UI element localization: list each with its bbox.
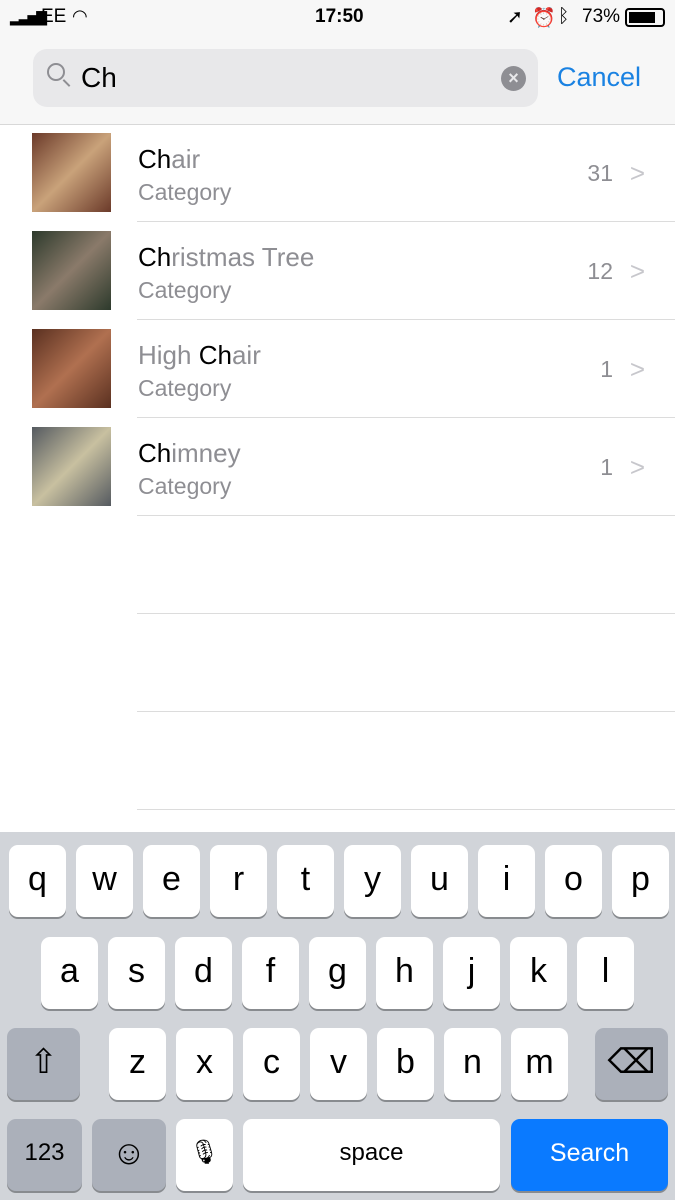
bluetooth-icon: ᛒ (558, 6, 570, 27)
key-a[interactable]: a (41, 937, 98, 1009)
status-bar: ▂▃▅▇ EE ◠ 17:50 ➚ ⏰ ᛒ 73% (0, 0, 675, 36)
key-e[interactable]: e (143, 845, 200, 917)
key-n[interactable]: n (444, 1028, 501, 1100)
divider (137, 809, 675, 810)
chevron-right-icon: > (629, 452, 645, 482)
numbers-key[interactable]: 123 (7, 1119, 82, 1191)
key-i[interactable]: i (478, 845, 535, 917)
key-q[interactable]: q (9, 845, 66, 917)
alarm-icon: ⏰ (532, 8, 556, 29)
list-item[interactable]: Chimney Category 1 > (0, 418, 675, 516)
list-item[interactable]: Chair Category 31 > (0, 124, 675, 222)
wifi-icon: ◠ (72, 6, 88, 26)
search-icon (47, 63, 65, 81)
key-j[interactable]: j (443, 937, 500, 1009)
thumbnail (32, 329, 111, 408)
space-key[interactable]: space (243, 1119, 500, 1191)
result-title: High Chair (138, 340, 261, 370)
result-subtitle: Category (138, 179, 232, 205)
result-count: 1 (600, 356, 613, 382)
key-d[interactable]: d (175, 937, 232, 1009)
result-title: Chair (138, 144, 201, 174)
key-r[interactable]: r (210, 845, 267, 917)
thumbnail (32, 427, 111, 506)
thumbnail (32, 231, 111, 310)
key-t[interactable]: t (277, 845, 334, 917)
key-s[interactable]: s (108, 937, 165, 1009)
cancel-button[interactable]: Cancel (557, 62, 641, 93)
search-key[interactable]: Search (511, 1119, 668, 1191)
list-item[interactable]: Christmas Tree Category 12 > (0, 222, 675, 320)
result-subtitle: Category (138, 277, 232, 303)
microphone-key[interactable]: 🎙 (176, 1119, 233, 1191)
result-title: Christmas Tree (138, 242, 315, 272)
key-u[interactable]: u (411, 845, 468, 917)
result-subtitle: Category (138, 473, 232, 499)
thumbnail (32, 133, 111, 212)
result-count: 12 (587, 258, 613, 284)
emoji-key[interactable]: ☺ (92, 1119, 166, 1191)
list-item[interactable]: High Chair Category 1 > (0, 320, 675, 418)
search-input[interactable]: Ch × (33, 49, 538, 107)
chevron-right-icon: > (629, 354, 645, 384)
key-k[interactable]: k (510, 937, 567, 1009)
delete-key[interactable]: ⌫ (595, 1028, 668, 1100)
chevron-right-icon: > (629, 158, 645, 188)
time: 17:50 (315, 6, 364, 27)
divider (137, 515, 675, 516)
key-l[interactable]: l (577, 937, 634, 1009)
carrier: EE (41, 6, 67, 27)
chevron-right-icon: > (629, 256, 645, 286)
divider (137, 711, 675, 712)
keyboard: q w e r t y u i o p a s d f g h j k l z x c v b n m ⇧ ⌫ 123 ☺ 🎙 space Se… (0, 832, 675, 1200)
key-p[interactable]: p (612, 845, 669, 917)
key-x[interactable]: x (176, 1028, 233, 1100)
key-c[interactable]: c (243, 1028, 300, 1100)
key-f[interactable]: f (242, 937, 299, 1009)
search-header: Ch × Cancel (0, 36, 675, 125)
result-count: 1 (600, 454, 613, 480)
result-subtitle: Category (138, 375, 232, 401)
result-title: Chimney (138, 438, 241, 468)
battery-icon (625, 8, 665, 27)
signal-icon: ▂▃▅▇ (10, 9, 47, 25)
key-z[interactable]: z (109, 1028, 166, 1100)
location-icon: ➚ (507, 7, 523, 28)
key-w[interactable]: w (76, 845, 133, 917)
search-icon-handle (62, 79, 71, 87)
battery-percent: 73% (582, 6, 621, 27)
result-count: 31 (587, 160, 613, 186)
key-b[interactable]: b (377, 1028, 434, 1100)
shift-key[interactable]: ⇧ (7, 1028, 80, 1100)
key-y[interactable]: y (344, 845, 401, 917)
key-o[interactable]: o (545, 845, 602, 917)
key-h[interactable]: h (376, 937, 433, 1009)
key-m[interactable]: m (511, 1028, 568, 1100)
key-v[interactable]: v (310, 1028, 367, 1100)
key-g[interactable]: g (309, 937, 366, 1009)
clear-icon[interactable]: × (501, 66, 526, 91)
divider (137, 613, 675, 614)
search-query[interactable]: Ch (81, 62, 117, 94)
